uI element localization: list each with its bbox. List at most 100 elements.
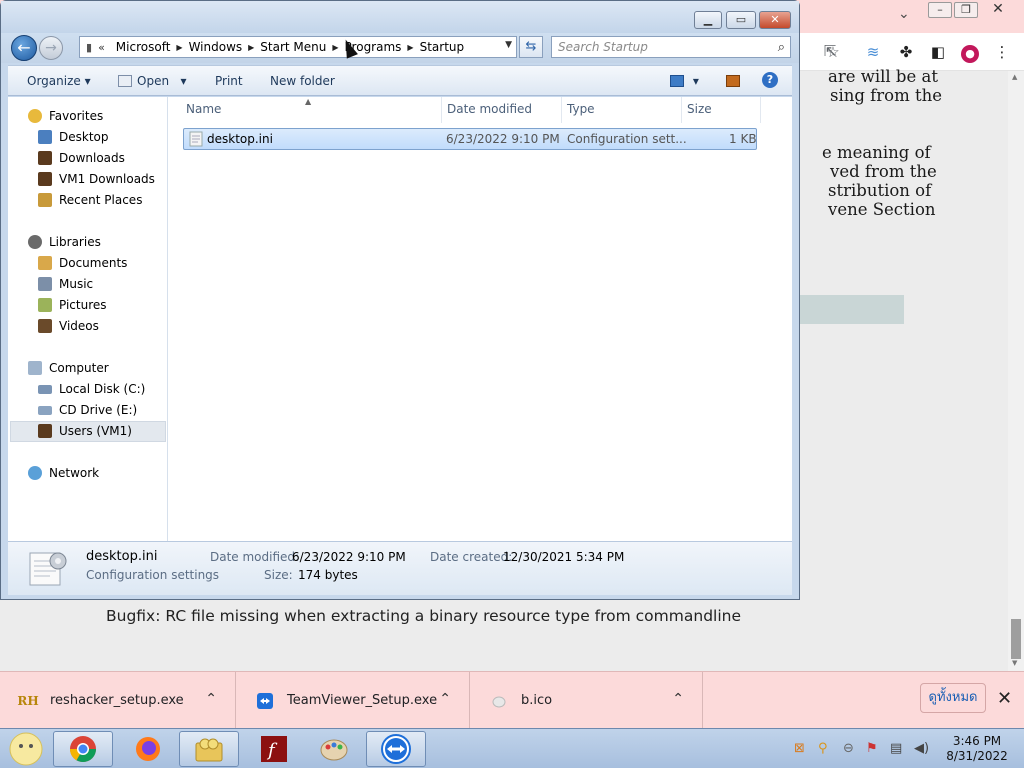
column-header-type[interactable]: Type [561, 97, 682, 123]
minimize-button[interactable]: ▁ [694, 11, 722, 29]
organize-label: Organize [27, 74, 81, 88]
translate-icon[interactable]: ≋ [863, 42, 883, 62]
extensions-puzzle-icon[interactable]: ✤ [896, 42, 916, 62]
breadcrumb-item[interactable]: Start Menu [255, 40, 331, 54]
taskbar-flash[interactable]: f [244, 731, 304, 767]
breadcrumb-separator-icon[interactable]: ▶ [175, 43, 183, 52]
close-button[interactable]: ✕ [759, 11, 791, 29]
chevron-up-icon[interactable]: ⌃ [672, 691, 684, 707]
hard-drive-icon [38, 384, 52, 394]
chrome-minimize-button[interactable]: – [928, 2, 952, 18]
nav-label: Local Disk (C:) [59, 382, 146, 396]
chrome-icon [69, 736, 97, 763]
forward-button[interactable]: → [39, 36, 63, 60]
view-options-button[interactable]: ▾ [670, 74, 699, 88]
column-header-size[interactable]: Size [681, 97, 761, 123]
chevron-up-icon[interactable]: ⌃ [205, 691, 217, 707]
download-item[interactable]: TeamViewer_Setup.exe ⌃ [237, 672, 470, 729]
help-icon: ? [762, 72, 778, 88]
taskbar-paint[interactable] [304, 731, 364, 767]
preview-pane-button[interactable] [726, 74, 745, 88]
nav-computer[interactable]: Computer [28, 358, 109, 378]
bookmark-star-icon[interactable]: ☆ [823, 42, 843, 62]
paint-palette-icon [320, 739, 348, 761]
page-scrollbar[interactable]: ▲ ▼ [1008, 71, 1024, 671]
file-row[interactable]: desktop.ini 6/23/2022 9:10 PM Configurat… [183, 128, 757, 150]
volume-icon[interactable]: ◀) [914, 741, 929, 756]
breadcrumb-item[interactable]: Microsoft [111, 40, 176, 54]
taskbar-explorer[interactable] [179, 731, 239, 767]
column-header-date-modified[interactable]: Date modified [441, 97, 562, 123]
taskbar-teamviewer[interactable] [366, 731, 426, 767]
tray-search-icon[interactable]: ⚲ [818, 741, 828, 756]
download-item[interactable]: b.ico ⌃ [471, 672, 703, 729]
breadcrumb-item[interactable]: Windows [184, 40, 248, 54]
nav-favorites[interactable]: Favorites [28, 106, 103, 126]
file-list: Name ▲ Date modified Type Size desktop.i… [169, 97, 792, 541]
breadcrumb-separator-icon[interactable]: ▶ [331, 43, 339, 52]
back-button[interactable]: ← [11, 35, 37, 61]
breadcrumb-separator-icon[interactable]: ▶ [406, 43, 414, 52]
taskbar-firefox[interactable] [118, 731, 178, 767]
nav-recent-places[interactable]: Recent Places [38, 190, 142, 210]
organize-button[interactable]: Organize ▾ [27, 74, 91, 88]
download-item[interactable]: RH reshacker_setup.exe ⌃ [0, 672, 236, 729]
maximize-button[interactable]: ▭ [726, 11, 756, 29]
breadcrumb-separator-icon[interactable]: ▶ [247, 43, 255, 52]
nav-users-vm1[interactable]: Users (VM1) [38, 421, 132, 441]
profile-avatar[interactable]: ● [960, 42, 980, 63]
downloads-folder-icon [38, 151, 52, 165]
nav-cd-drive[interactable]: CD Drive (E:) [38, 400, 137, 420]
scrollbar-thumb[interactable] [1011, 619, 1021, 659]
nav-pictures[interactable]: Pictures [38, 295, 107, 315]
help-button[interactable]: ? [762, 72, 778, 88]
side-panel-icon[interactable]: ◧ [928, 42, 948, 62]
start-button[interactable] [4, 731, 48, 767]
tab-search-chevron-icon[interactable]: ⌄ [898, 6, 910, 22]
refresh-button[interactable]: ⇆ [519, 36, 543, 58]
file-type: Configuration sett... [567, 132, 687, 146]
chrome-restore-button[interactable]: ❐ [954, 2, 978, 18]
open-icon [118, 75, 132, 87]
tray-minus-icon[interactable]: ⊖ [843, 741, 854, 756]
chrome-close-button[interactable]: ✕ [986, 2, 1010, 18]
scroll-up-arrow-icon[interactable]: ▲ [1012, 73, 1017, 81]
nav-network[interactable]: Network [28, 463, 99, 483]
scroll-down-arrow-icon[interactable]: ▼ [1012, 659, 1017, 667]
action-center-flag-icon[interactable]: ⚑ [866, 741, 878, 756]
nav-local-disk[interactable]: Local Disk (C:) [38, 379, 145, 399]
music-icon [38, 277, 52, 291]
close-downloads-bar-icon[interactable]: ✕ [997, 688, 1012, 709]
nav-label: CD Drive (E:) [59, 403, 138, 417]
network-tray-icon[interactable]: ▤ [890, 741, 902, 756]
show-all-downloads-button[interactable]: ดูทั้งหมด [920, 683, 986, 713]
folder-icon [195, 738, 223, 762]
doc-text-line: sing from the [830, 86, 943, 105]
address-dropdown-icon[interactable]: ▼ [505, 40, 512, 50]
explorer-titlebar[interactable]: ▁ ▭ ✕ [1, 1, 799, 33]
details-size-value: 174 bytes [298, 568, 358, 582]
nav-documents[interactable]: Documents [38, 253, 127, 273]
sort-arrow-icon: ▲ [305, 97, 312, 106]
doc-highlight-block [798, 295, 904, 324]
nav-desktop[interactable]: Desktop [38, 127, 109, 147]
open-button[interactable]: Open ▾ [118, 74, 187, 88]
nav-videos[interactable]: Videos [38, 316, 99, 336]
overflow-chevron-icon[interactable]: « [92, 41, 111, 54]
search-input[interactable]: Search Startup ⌕ [551, 36, 791, 58]
taskbar-chrome[interactable] [53, 731, 113, 767]
chevron-up-icon[interactable]: ⌃ [439, 691, 451, 707]
nav-vm1-downloads[interactable]: VM1 Downloads [38, 169, 155, 189]
chrome-menu-icon[interactable]: ⋮ [992, 42, 1012, 62]
new-folder-button[interactable]: New folder [270, 74, 335, 88]
nav-libraries[interactable]: Libraries [28, 232, 101, 252]
search-icon[interactable]: ⌕ [778, 38, 785, 58]
clock[interactable]: 3:46 PM 8/31/2022 [944, 734, 1010, 764]
nav-downloads[interactable]: Downloads [38, 148, 125, 168]
breadcrumb-item[interactable]: Startup [415, 40, 470, 54]
nav-music[interactable]: Music [38, 274, 93, 294]
address-bar[interactable]: ▮ « Microsoft ▶ Windows ▶ Start Menu ▶ P… [79, 36, 517, 58]
tray-app-icon[interactable]: ⊠ [794, 741, 805, 756]
command-bar: Organize ▾ Open ▾ Print New folder ▾ ? [8, 65, 792, 96]
print-button[interactable]: Print [215, 74, 243, 88]
